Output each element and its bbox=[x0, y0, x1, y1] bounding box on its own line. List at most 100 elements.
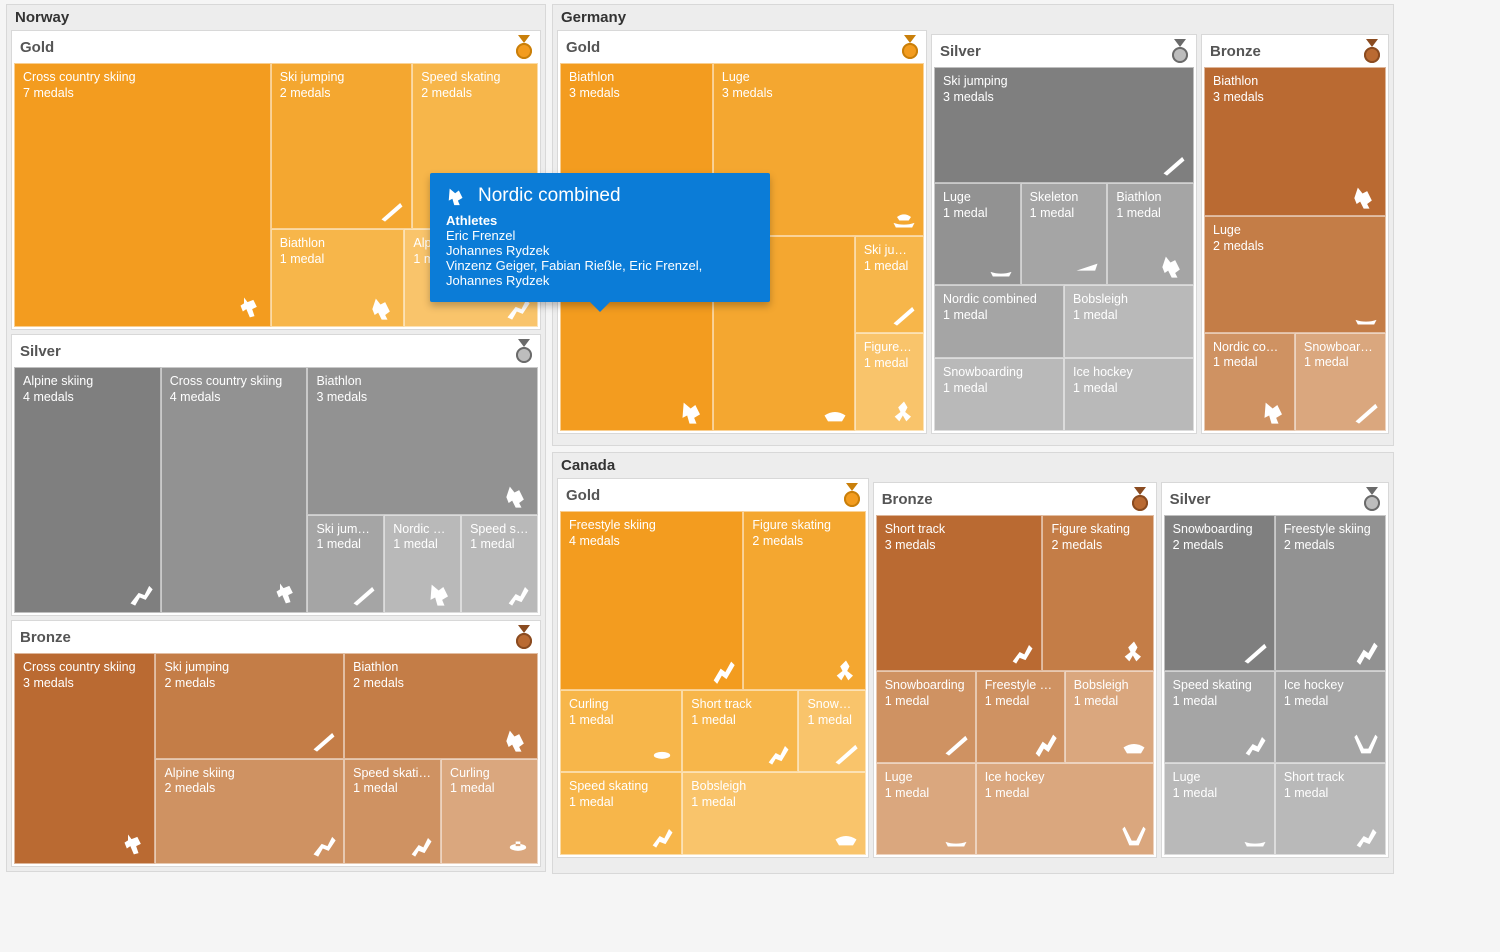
category-silver: Silver Alpine skiing 4 medals Cross coun… bbox=[11, 334, 541, 616]
figure-skating-icon bbox=[887, 395, 921, 429]
tile-luge[interactable]: Luge 1 medal bbox=[876, 763, 976, 855]
category-silver: Silver Ski jumping 3 medals Luge 1 medal bbox=[931, 34, 1197, 434]
biathlon-icon bbox=[501, 479, 535, 513]
gold-medal-icon bbox=[842, 483, 862, 507]
country-canada: Canada Gold Freestyle skiing 4 medals bbox=[552, 452, 1394, 874]
tile-ski-jumping[interactable]: Ski jumping 3 medals bbox=[934, 67, 1194, 183]
category-label: Bronze bbox=[20, 629, 71, 646]
ski-jumping-icon bbox=[347, 577, 381, 611]
tile-snowboarding[interactable]: Snowboarding 1 medal bbox=[1295, 333, 1386, 431]
tile-short-track[interactable]: Short track 1 medal bbox=[682, 690, 798, 773]
ice-hockey-icon bbox=[1349, 727, 1383, 761]
tile-ski-jumping[interactable]: Ski jumping 1 medal bbox=[307, 515, 384, 613]
curling-icon bbox=[645, 736, 679, 770]
bobsleigh-icon bbox=[1117, 727, 1151, 761]
tile-curling[interactable]: Curling 1 medal bbox=[441, 759, 538, 865]
tile-short-track[interactable]: Short track 1 medal bbox=[1275, 763, 1386, 855]
country-title: Canada bbox=[557, 455, 1389, 478]
country-germany: Germany Gold Biathlon 3 medals bbox=[552, 4, 1394, 446]
category-bronze: Bronze Short track 3 medals Figure skati… bbox=[873, 482, 1157, 858]
tile-alpine-skiing[interactable]: Alpine skiing 4 medals bbox=[14, 367, 161, 613]
tile-bobsleigh[interactable]: Bobsleigh 1 medal bbox=[682, 772, 865, 855]
tile-curling[interactable]: Curling 1 medal bbox=[560, 690, 682, 773]
alpine-skiing-icon bbox=[307, 828, 341, 862]
nordic-combined-icon bbox=[446, 185, 468, 207]
short-track-icon bbox=[1349, 819, 1383, 853]
tile-figure-skating[interactable]: Figure skating 2 medals bbox=[1042, 515, 1153, 671]
tile-bobsleigh[interactable]: Bobsleigh 1 medal bbox=[1064, 285, 1194, 358]
tile-luge[interactable]: Luge 2 medals bbox=[1204, 216, 1386, 332]
figure-skating-icon bbox=[829, 654, 863, 688]
tile-ski-jumping[interactable]: Ski jumping 1 medal bbox=[855, 236, 924, 334]
category-bronze: Bronze Biathlon 3 medals Luge 2 medals bbox=[1201, 34, 1389, 434]
tile-speed-skating[interactable]: Speed skating 1 medal bbox=[1164, 671, 1275, 763]
cross-country-skiing-icon bbox=[270, 577, 304, 611]
speed-skating-icon bbox=[1238, 727, 1272, 761]
gold-medal-icon bbox=[900, 35, 920, 59]
snowboarding-icon bbox=[1238, 635, 1272, 669]
country-title: Germany bbox=[557, 7, 1389, 30]
tile-figure-skating[interactable]: Figure skating 2 medals bbox=[743, 511, 865, 690]
tile-ski-jumping[interactable]: Ski jumping 2 medals bbox=[155, 653, 344, 759]
tile-freestyle-skiing[interactable]: Freestyle skiing 4 medals bbox=[560, 511, 743, 690]
biathlon-icon bbox=[501, 723, 535, 757]
tile-biathlon[interactable]: Biathlon 1 medal bbox=[1107, 183, 1194, 285]
tile-ice-hockey[interactable]: Ice hockey 1 medal bbox=[976, 763, 1154, 855]
tile-short-track[interactable]: Short track 3 medals bbox=[876, 515, 1043, 671]
tile-speed-skating[interactable]: Speed skating 1 medal bbox=[461, 515, 538, 613]
tile-nordic-combined[interactable]: Nordic Combined 1 medal bbox=[384, 515, 461, 613]
tile-ice-hockey[interactable]: Ice hockey 1 medal bbox=[1064, 358, 1194, 431]
category-gold: Gold Biathlon 3 medals Luge 3 medals bbox=[557, 30, 927, 434]
tile-cross-country-skiing[interactable]: Cross country skiing 7 medals bbox=[14, 63, 271, 327]
category-label: Bronze bbox=[882, 491, 933, 508]
ice-hockey-icon bbox=[1117, 819, 1151, 853]
tile-freestyle-skiing[interactable]: Freestyle skiing 1 medal bbox=[976, 671, 1065, 763]
tile-biathlon[interactable]: Biathlon 2 medals bbox=[344, 653, 538, 759]
tile-freestyle-skiing[interactable]: Freestyle skiing 2 medals bbox=[1275, 515, 1386, 671]
tile-biathlon[interactable]: Biathlon 3 medals bbox=[1204, 67, 1386, 216]
speed-skating-icon bbox=[501, 577, 535, 611]
ski-jumping-icon bbox=[1157, 147, 1191, 181]
category-label: Silver bbox=[940, 43, 981, 60]
tile-skeleton[interactable]: Skeleton 1 medal bbox=[1021, 183, 1108, 285]
tile-speed-skating[interactable]: Speed skating 1 medal bbox=[344, 759, 441, 865]
tile-speed-skating[interactable]: Speed skating 1 medal bbox=[560, 772, 682, 855]
category-label: Gold bbox=[20, 39, 54, 56]
tile-ski-jumping[interactable]: Ski jumping 2 medals bbox=[271, 63, 412, 229]
tile-snowboarding[interactable]: Snowboarding 2 medals bbox=[1164, 515, 1275, 671]
country-title: Norway bbox=[11, 7, 541, 30]
silver-medal-icon bbox=[1362, 487, 1382, 511]
speed-skating-icon bbox=[404, 828, 438, 862]
ski-jumping-icon bbox=[375, 193, 409, 227]
biathlon-icon bbox=[1349, 180, 1383, 214]
category-label: Bronze bbox=[1210, 43, 1261, 60]
tile-cross-country-skiing[interactable]: Cross country skiing 3 medals bbox=[14, 653, 155, 864]
tile-ice-hockey[interactable]: Ice hockey 1 medal bbox=[1275, 671, 1386, 763]
tile-bobsleigh[interactable]: Bobsleigh 1 medal bbox=[1065, 671, 1154, 763]
tooltip: Nordic combined Athletes Eric Frenzel Jo… bbox=[430, 173, 770, 302]
cross-country-skiing-icon bbox=[118, 828, 152, 862]
silver-medal-icon bbox=[514, 339, 534, 363]
skeleton-icon bbox=[1070, 249, 1104, 283]
ski-jumping-icon bbox=[307, 723, 341, 757]
tile-luge[interactable]: Luge 1 medal bbox=[934, 183, 1021, 285]
tile-snowboarding[interactable]: Snowboarding 1 medal bbox=[876, 671, 976, 763]
bobsleigh-icon bbox=[818, 395, 852, 429]
tile-figure-skating[interactable]: Figure skating 1 medal bbox=[855, 333, 924, 431]
luge-icon bbox=[1238, 819, 1272, 853]
category-label: Gold bbox=[566, 39, 600, 56]
tile-nordic-combined[interactable]: Nordic combined 1 medal bbox=[1204, 333, 1295, 431]
tile-biathlon[interactable]: Biathlon 3 medals bbox=[307, 367, 538, 515]
freestyle-skiing-icon bbox=[1349, 635, 1383, 669]
tile-cross-country-skiing[interactable]: Cross country skiing 4 medals bbox=[161, 367, 308, 613]
tile-snowboarding[interactable]: Snowboarding 1 medal bbox=[798, 690, 865, 773]
tile-luge[interactable]: Luge 1 medal bbox=[1164, 763, 1275, 855]
tile-alpine-skiing[interactable]: Alpine skiing 2 medals bbox=[155, 759, 344, 865]
snowboarding-icon bbox=[829, 736, 863, 770]
category-label: Silver bbox=[20, 343, 61, 360]
bronze-medal-icon bbox=[1362, 39, 1382, 63]
tile-nordic-combined[interactable]: Nordic combined 1 medal bbox=[934, 285, 1064, 358]
tile-biathlon[interactable]: Biathlon 1 medal bbox=[271, 229, 405, 327]
tile-snowboarding[interactable]: Snowboarding 1 medal bbox=[934, 358, 1064, 431]
bronze-medal-icon bbox=[1130, 487, 1150, 511]
